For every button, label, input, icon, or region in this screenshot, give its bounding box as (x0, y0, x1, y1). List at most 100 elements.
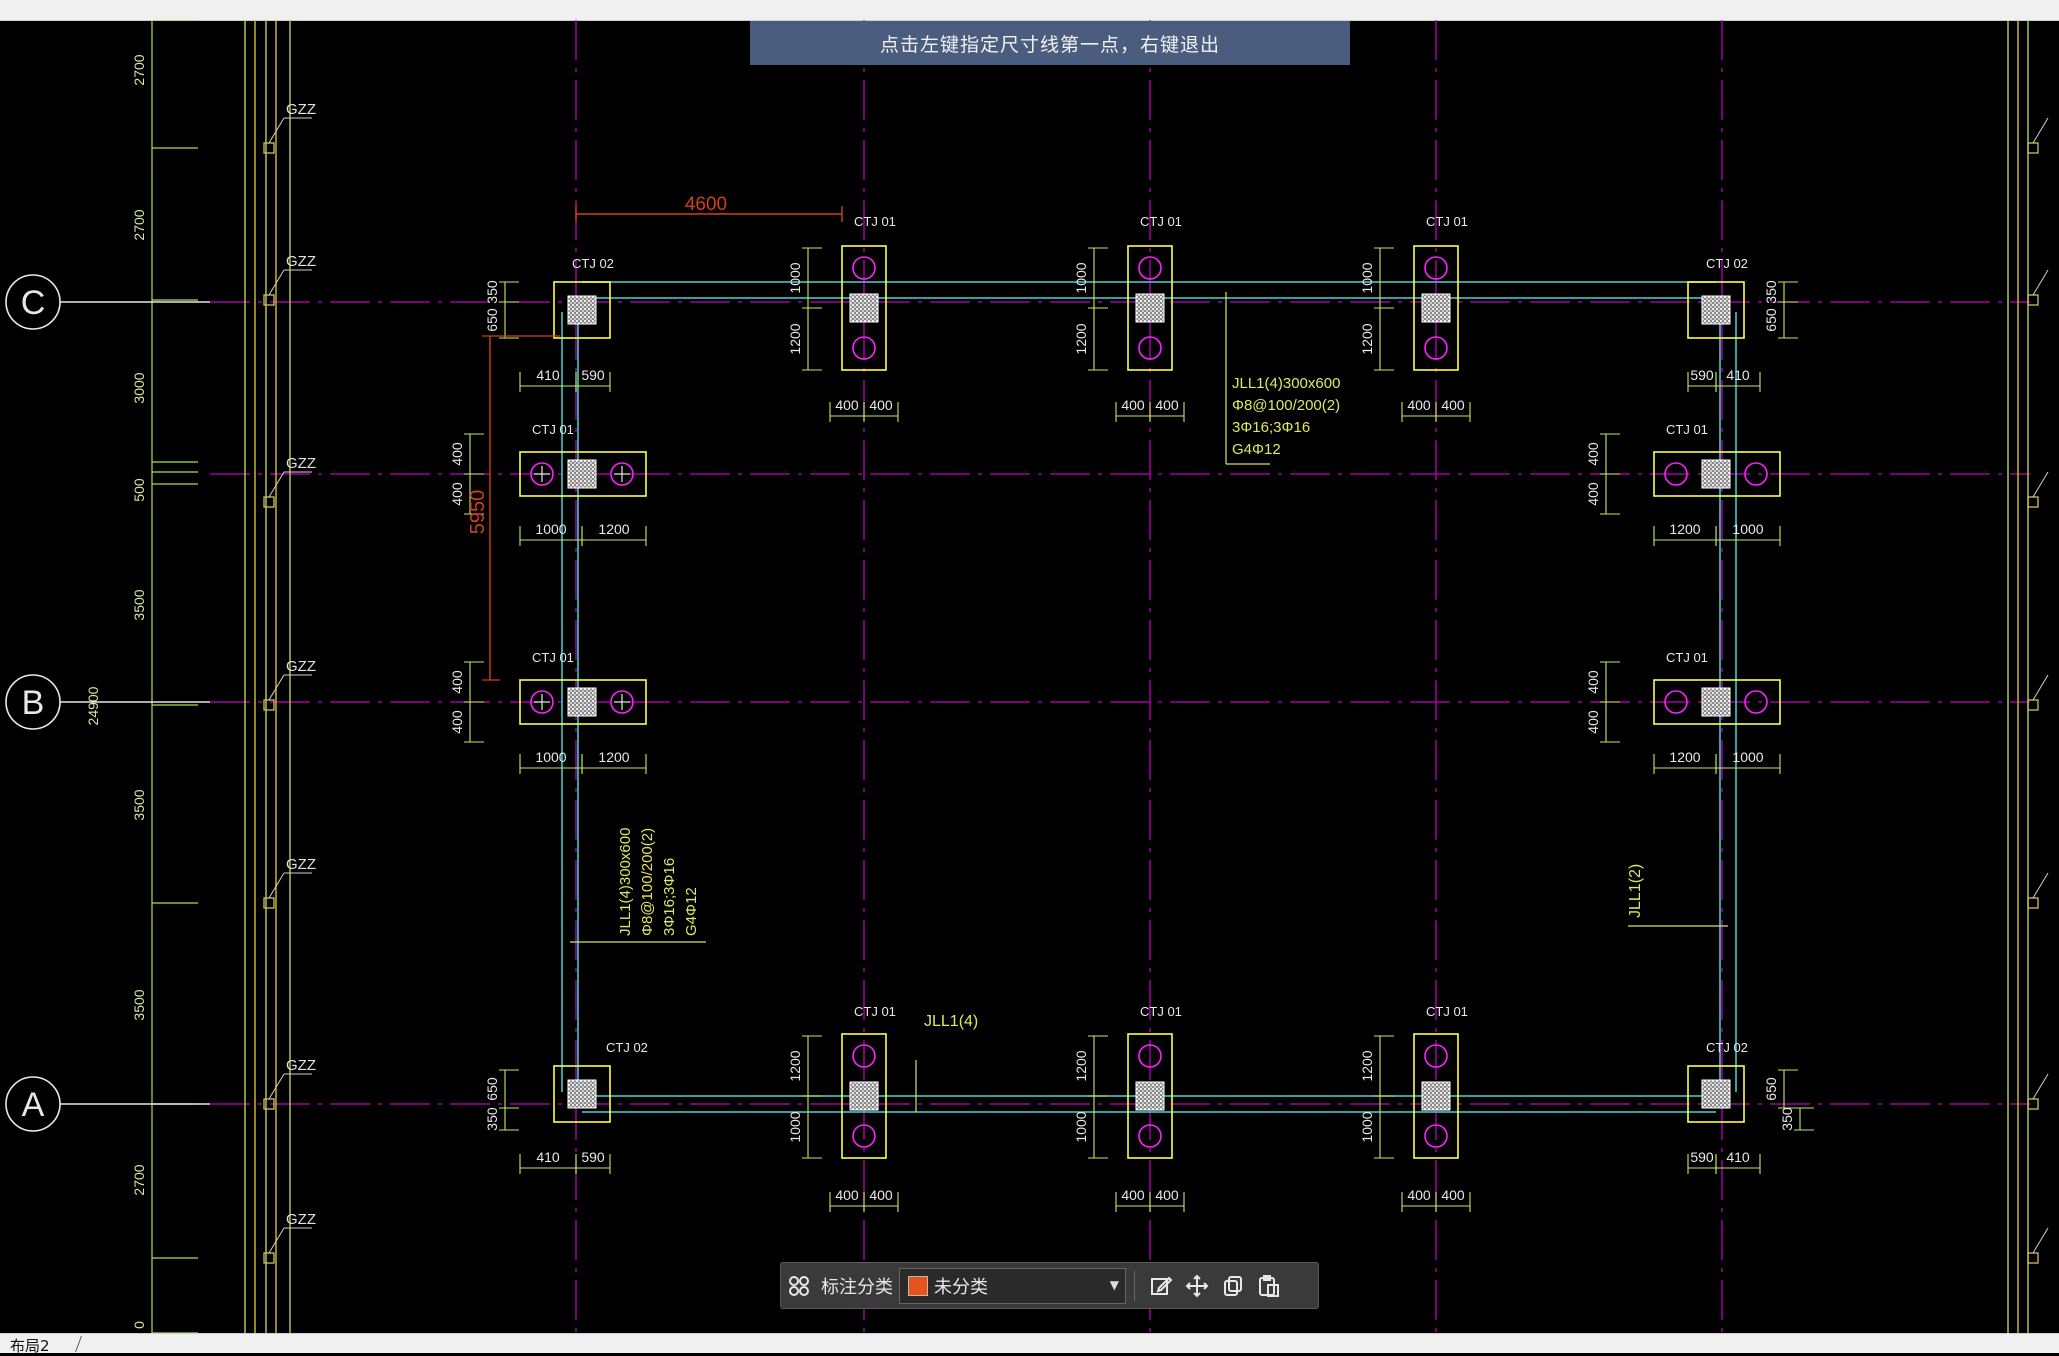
concrete-column (1701, 1079, 1731, 1109)
command-prompt-hint: 点击左键指定尺寸线第一点，右键退出 (750, 21, 1350, 65)
pile-cap-label: CTJ 02 (1706, 1040, 1748, 1055)
concrete-column (1421, 1081, 1451, 1111)
concrete-column (1135, 293, 1165, 323)
axis-label-a: A (22, 1086, 45, 1124)
edit-icon[interactable] (1143, 1268, 1179, 1304)
annotation-toolbar: 标注分类 未分类 ▼ (780, 1262, 1319, 1309)
gzz-leader (2032, 117, 2049, 144)
dimension-text: 1000 (535, 749, 566, 765)
beam-note-left: JLL1(4)300x600 (617, 828, 634, 936)
dimension-text: 400 (835, 1187, 859, 1203)
cad-drawing: 2700 2700 3000 500 3500 3500 3500 2700 0 24900 GZZ… (5, 20, 2049, 1333)
dimension-text: 400 (1407, 1187, 1431, 1203)
dimension-text: 1200 (1359, 323, 1375, 354)
dimension-text: 400 (1441, 1187, 1465, 1203)
left-dimension-text: 3500 (131, 989, 147, 1020)
beam-note-top: G4Φ12 (1232, 441, 1281, 458)
gzz-leader (2032, 1227, 2049, 1254)
beam-note-left: 3Φ16;3Φ16 (661, 858, 678, 936)
dimension-text: 410 (536, 367, 560, 383)
beam-note-top: JLL1(4)300x600 (1232, 375, 1340, 392)
dimension-text: 1000 (1073, 1111, 1089, 1142)
dimension-text: 400 (1155, 1187, 1179, 1203)
concrete-column (1135, 1081, 1165, 1111)
cad-drawing-canvas[interactable]: 2700 2700 3000 500 3500 3500 3500 2700 0 24900 GZZ… (0, 20, 2059, 1333)
chevron-down-icon: ▼ (1109, 1277, 1119, 1292)
dimension-text: 590 (581, 1149, 605, 1165)
overall-dimension-text: 24900 (85, 686, 101, 725)
gzz-leader (2032, 872, 2049, 899)
left-dimension-text: 0 (131, 1321, 147, 1329)
pile-cap-label: CTJ 02 (606, 1040, 648, 1055)
dimension-text: 350 (1779, 1107, 1795, 1131)
gzz-marker-right (2027, 1252, 2039, 1264)
concrete-column (1701, 295, 1731, 325)
left-dimension-text: 3000 (131, 372, 147, 403)
dimension-text: 650 (1763, 308, 1779, 332)
dimension-text: 590 (1690, 367, 1714, 383)
dimension-text: 1200 (787, 1050, 803, 1081)
paste-icon[interactable] (1251, 1268, 1287, 1304)
pile-cap-label: CTJ 01 (1426, 214, 1468, 229)
dimension-text: 1000 (787, 1111, 803, 1142)
gzz-leader (2032, 471, 2049, 498)
pile-cap-label: CTJ 01 (532, 422, 574, 437)
dimension-text: 1200 (598, 521, 629, 537)
dimension-text: 400 (1441, 397, 1465, 413)
move-icon[interactable] (1179, 1268, 1215, 1304)
dimension-text: 400 (1121, 1187, 1145, 1203)
copy-icon[interactable] (1215, 1268, 1251, 1304)
pile-cap-label: CTJ 01 (854, 214, 896, 229)
dimension-text: 400 (449, 670, 465, 694)
dimension-text: 1200 (1669, 521, 1700, 537)
left-dimension-text: 2700 (131, 54, 147, 85)
dimension-text: 410 (1726, 1149, 1750, 1165)
dimension-text: 400 (869, 1187, 893, 1203)
dimension-text: 1000 (535, 521, 566, 537)
beam-note-right: JLL1(2) (1627, 864, 1644, 918)
left-dimension-text: 2700 (131, 1164, 147, 1195)
dimension-text: 1000 (1732, 521, 1763, 537)
dimension-text: 1200 (1359, 1050, 1375, 1081)
dimension-text: 400 (449, 710, 465, 734)
pile-cap-label: CTJ 01 (532, 650, 574, 665)
tab-layout2[interactable]: 布局2 (10, 1335, 50, 1356)
dimension-text: 1000 (1359, 1111, 1375, 1142)
pile-cap-label: CTJ 01 (854, 1004, 896, 1019)
gzz-label: GZZ (286, 1211, 316, 1228)
category-dropdown-value: 未分类 (934, 1276, 988, 1298)
grid-menu-icon[interactable] (781, 1268, 817, 1304)
category-color-swatch (908, 1275, 928, 1296)
pile-cap-label: CTJ 01 (1426, 1004, 1468, 1019)
beam-note-bottom: JLL1(4) (924, 1013, 978, 1030)
dimension-text: 400 (1121, 397, 1145, 413)
beam-note-top: 3Φ16;3Φ16 (1232, 419, 1310, 436)
dimension-text: 650 (1763, 1077, 1779, 1101)
pile-cap-label: CTJ 02 (1706, 256, 1748, 271)
dimension-text: 1200 (1669, 749, 1700, 765)
pile-cap-label: CTJ 01 (1140, 1004, 1182, 1019)
dimension-text: 400 (449, 482, 465, 506)
title-bar-strip (0, 0, 2059, 21)
left-dimension-text: 2700 (131, 209, 147, 240)
dimension-text: 1000 (787, 262, 803, 293)
gzz-leader (2032, 674, 2049, 701)
axis-label-b: B (22, 684, 45, 722)
dimension-text: 1200 (598, 749, 629, 765)
axis-label-c: C (21, 284, 46, 322)
gzz-leader (2032, 269, 2049, 296)
gzz-label: GZZ (286, 253, 316, 270)
dimension-text: 400 (1155, 397, 1179, 413)
concrete-column (1701, 687, 1731, 717)
toolbar-divider (1134, 1270, 1135, 1301)
dimension-text: 650 (484, 1077, 500, 1101)
left-dimension-text: 3500 (131, 789, 147, 820)
category-dropdown[interactable]: 未分类 ▼ (899, 1267, 1126, 1304)
gzz-marker-right (2027, 142, 2039, 154)
gzz-marker-right (2027, 897, 2039, 909)
gzz-label: GZZ (286, 455, 316, 472)
category-label: 标注分类 (821, 1276, 893, 1298)
gzz-leader (2032, 1073, 2049, 1100)
dimension-text: 400 (1585, 670, 1601, 694)
concrete-column (849, 293, 879, 323)
